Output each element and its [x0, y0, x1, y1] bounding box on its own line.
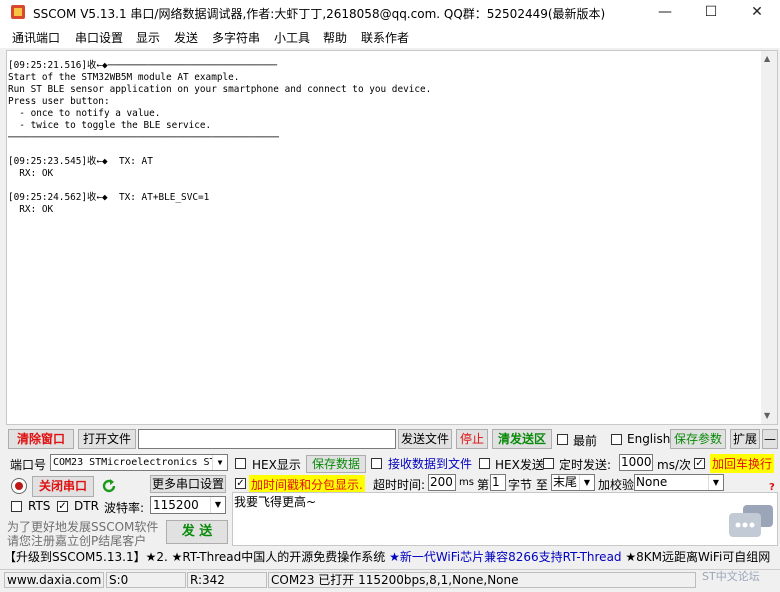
clear-window-button[interactable]: 清除窗口	[8, 429, 74, 449]
chevron-down-icon: ▼	[212, 455, 227, 470]
receive-area[interactable]: [09:25:21.516]收←◆───────────────────────…	[6, 50, 778, 425]
hex-display-label: HEX显示	[252, 458, 301, 472]
timed-send-checkbox[interactable]	[543, 458, 554, 469]
baud-label: 波特率:	[104, 501, 145, 515]
recv-to-file-label: 接收数据到文件	[388, 457, 473, 471]
watermark: ST中文论坛	[702, 570, 760, 583]
close-button[interactable]: ✕	[734, 0, 780, 24]
chevron-down-icon: ▼	[210, 497, 225, 513]
timeout-input[interactable]: 200	[428, 474, 456, 491]
timeout-label: 超时时间:	[373, 478, 426, 492]
end-select[interactable]: 末尾 ▼	[551, 474, 595, 491]
checksum-select-value: None	[636, 475, 668, 489]
nth-label: 第	[477, 478, 490, 492]
port-label: 端口号	[10, 458, 47, 472]
menu-display[interactable]: 显示	[136, 29, 160, 46]
receive-scrollbar[interactable]: ▲ ▼	[761, 51, 777, 424]
port-select-value: COM23 STMicroelectronics ST	[53, 457, 216, 468]
status-received-count: R:342	[187, 572, 267, 588]
hex-display-checkbox[interactable]	[235, 458, 246, 469]
baud-select[interactable]: 115200 ▼	[150, 496, 226, 514]
expand-button[interactable]: 扩展	[730, 429, 760, 449]
interval-unit: ms/次	[657, 458, 691, 472]
interval-input[interactable]: 1000	[619, 454, 653, 471]
rts-checkbox[interactable]	[11, 501, 22, 512]
recv-to-file-checkbox[interactable]	[371, 458, 382, 469]
baud-select-value: 115200	[153, 498, 199, 512]
timeout-unit: ms	[459, 477, 474, 488]
add-crlf-label: 加回车换行	[710, 454, 775, 473]
save-data-button[interactable]: 保存数据	[306, 455, 366, 473]
title-bar: SSCOM V5.13.1 串口/网络数据调试器,作者:大虾丁丁,2618058…	[0, 0, 780, 24]
byte-index-input[interactable]: 1	[490, 474, 506, 491]
ad-text-3[interactable]: ★8KM远距离WiFi可自组网	[622, 550, 770, 564]
open-file-button[interactable]: 打开文件	[78, 429, 136, 449]
menu-serial-settings[interactable]: 串口设置	[75, 29, 123, 46]
chevron-down-icon: ▼	[579, 475, 594, 490]
minimize-button[interactable]: —	[642, 0, 688, 24]
file-path-input[interactable]	[138, 429, 396, 449]
window-title: SSCOM V5.13.1 串口/网络数据调试器,作者:大虾丁丁,2618058…	[33, 7, 606, 21]
dtr-checkbox[interactable]: ✓	[57, 501, 68, 512]
close-port-button[interactable]: 关闭串口	[32, 476, 94, 497]
ad-bar: 【升级到SSCOM5.13.1】★2. ★RT-Thread中国人的开源免费操作…	[4, 547, 776, 567]
rts-label: RTS	[28, 499, 51, 513]
scroll-up-icon[interactable]: ▲	[764, 54, 770, 63]
dtr-label: DTR	[74, 499, 99, 513]
menu-send[interactable]: 发送	[174, 29, 198, 46]
port-status-icon	[11, 478, 27, 494]
send-file-button[interactable]: 发送文件	[398, 429, 452, 449]
refresh-icon[interactable]	[100, 477, 118, 495]
save-params-button[interactable]: 保存参数	[670, 429, 726, 449]
clear-send-button[interactable]: 清发送区	[492, 429, 552, 449]
send-button[interactable]: 发 送	[166, 520, 228, 544]
status-website: www.daxia.com	[4, 572, 104, 588]
topmost-checkbox[interactable]	[557, 434, 568, 445]
end-select-value: 末尾	[553, 475, 578, 489]
ad-text-1[interactable]: 【升级到SSCOM5.13.1】★2. ★RT-Thread中国人的开源免费操作…	[4, 550, 389, 564]
more-settings-button[interactable]: 更多串口设置	[150, 475, 226, 493]
menu-comm-port[interactable]: 通讯端口	[12, 29, 60, 46]
status-sent-count: S:0	[106, 572, 186, 588]
checksum-label: 加校验	[598, 478, 635, 492]
english-label: English	[627, 432, 671, 446]
menu-help[interactable]: 帮助	[323, 29, 347, 46]
timed-send-label: 定时发送:	[559, 458, 612, 472]
english-checkbox[interactable]	[611, 434, 622, 445]
menu-multi-string[interactable]: 多字符串	[212, 29, 260, 46]
timestamp-checkbox[interactable]: ✓	[235, 478, 246, 489]
app-icon	[11, 5, 25, 19]
send-text: 我要飞得更高~	[234, 495, 317, 509]
receive-text: [09:25:21.516]收←◆───────────────────────…	[8, 60, 432, 215]
chevron-down-icon: ▼	[708, 475, 723, 490]
maximize-button[interactable]: ☐	[688, 0, 734, 24]
menu-tools[interactable]: 小工具	[274, 29, 310, 46]
send-area[interactable]: 我要飞得更高~	[232, 492, 778, 546]
menu-bar: 通讯端口 串口设置 显示 发送 多字符串 小工具 帮助 联系作者	[0, 24, 780, 48]
topmost-label: 最前	[573, 434, 598, 448]
chat-bubble-icon	[729, 505, 773, 537]
add-crlf-checkbox[interactable]: ✓	[694, 458, 705, 469]
status-port-info: COM23 已打开 115200bps,8,1,None,None	[268, 572, 696, 588]
hex-send-label: HEX发送	[495, 458, 544, 472]
stop-button[interactable]: 停止	[456, 429, 488, 449]
port-select[interactable]: COM23 STMicroelectronics ST ▼	[50, 454, 228, 471]
collapse-button[interactable]: —	[762, 429, 778, 449]
checksum-select[interactable]: None ▼	[634, 474, 724, 491]
byte-to-label: 字节 至	[508, 478, 548, 492]
scroll-down-icon[interactable]: ▼	[764, 411, 770, 420]
menu-contact-author[interactable]: 联系作者	[361, 29, 409, 46]
ad-text-2[interactable]: ★新一代WiFi芯片兼容8266支持RT-Thread	[389, 550, 621, 564]
hex-send-checkbox[interactable]	[479, 458, 490, 469]
